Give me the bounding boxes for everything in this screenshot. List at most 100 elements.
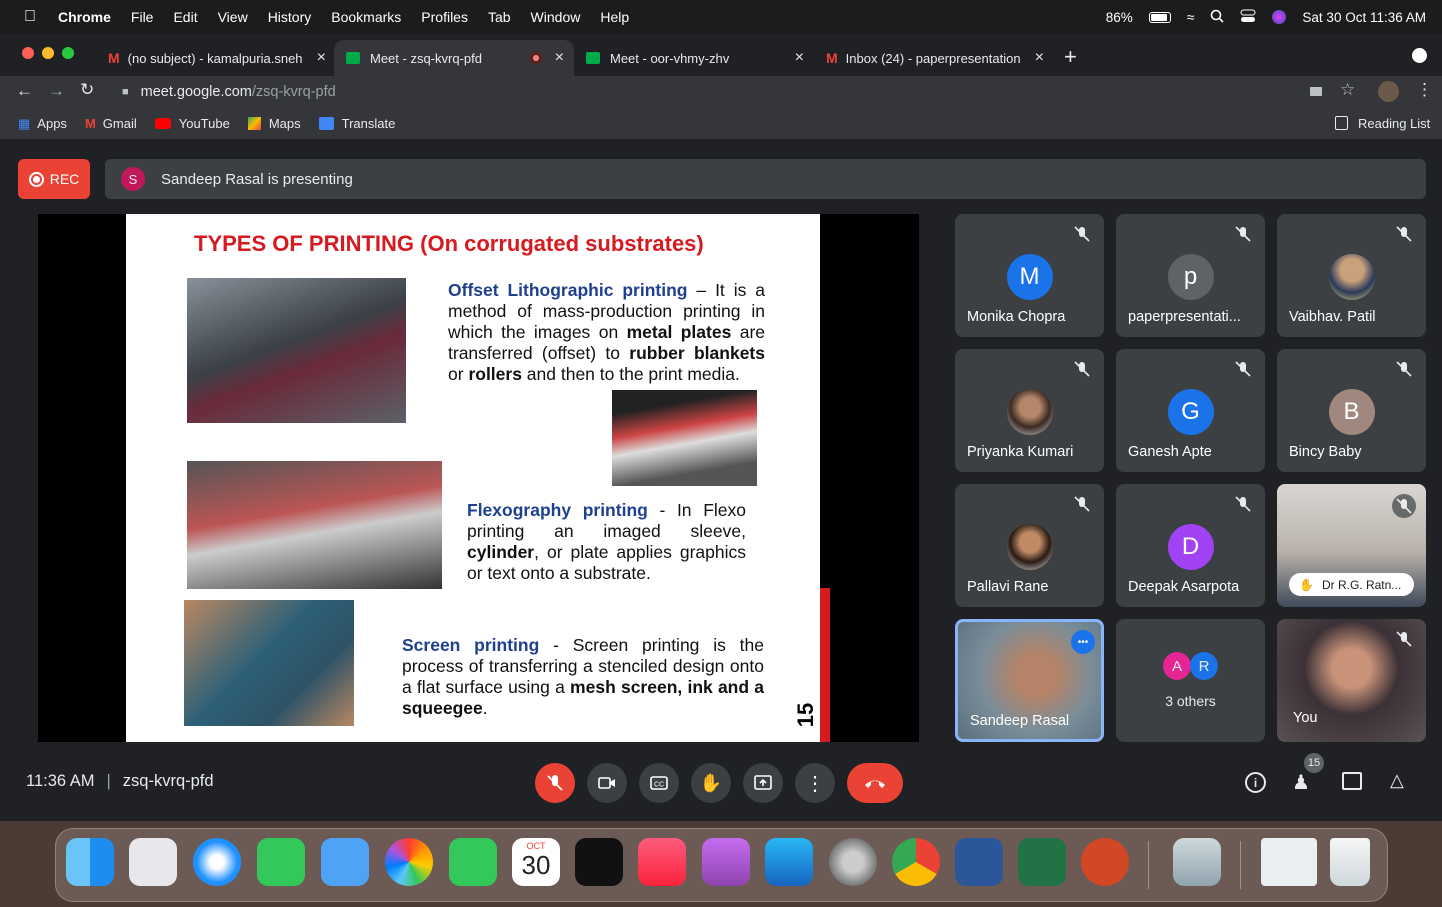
- presenter-video-tile[interactable]: ••• Sandeep Rasal: [955, 619, 1104, 742]
- siri-icon[interactable]: [1272, 10, 1287, 24]
- recording-badge[interactable]: REC: [18, 159, 90, 199]
- captions-button[interactable]: CC: [639, 763, 679, 803]
- reading-list[interactable]: Reading List: [1358, 116, 1430, 131]
- participant-tile[interactable]: p paperpresentati...: [1116, 214, 1265, 337]
- participant-tile[interactable]: Pallavi Rane: [955, 484, 1104, 607]
- mic-off-icon: [1233, 494, 1253, 514]
- tab-close-icon[interactable]: ×: [1035, 49, 1044, 67]
- podcasts-icon[interactable]: [702, 838, 750, 886]
- bookmark-apps[interactable]: Apps: [37, 116, 67, 131]
- finder-icon[interactable]: [66, 838, 114, 886]
- calendar-icon[interactable]: OCT 30: [512, 838, 560, 886]
- maps-icon: [247, 117, 261, 130]
- participant-video-tile[interactable]: ✋ Dr R.G. Ratn...: [1277, 484, 1426, 607]
- app-store-icon[interactable]: [765, 838, 813, 886]
- tab-close-icon[interactable]: ×: [555, 49, 564, 67]
- apple-icon[interactable]: : [24, 8, 36, 26]
- chrome-icon[interactable]: [892, 838, 940, 886]
- menu-tab[interactable]: Tab: [488, 9, 511, 25]
- profile-menu-icon[interactable]: [1412, 48, 1427, 63]
- bookmark-youtube[interactable]: YouTube: [179, 116, 230, 131]
- participant-tile[interactable]: M Monika Chopra: [955, 214, 1104, 337]
- preview-icon[interactable]: [1173, 838, 1221, 886]
- tab-close-icon[interactable]: ×: [317, 49, 326, 67]
- speaking-indicator-icon: •••: [1071, 630, 1095, 654]
- new-tab-button[interactable]: +: [1064, 44, 1077, 70]
- photos-icon[interactable]: [385, 838, 433, 886]
- menu-help[interactable]: Help: [600, 9, 629, 25]
- apple-tv-icon[interactable]: [575, 838, 623, 886]
- powerpoint-icon[interactable]: [1081, 838, 1129, 886]
- menu-edit[interactable]: Edit: [173, 9, 197, 25]
- tab-close-icon[interactable]: ×: [795, 49, 804, 67]
- raise-hand-button[interactable]: ✋: [691, 763, 731, 803]
- tab-gmail-no-subject[interactable]: M (no subject) - kamalpuria.sneh ×: [96, 40, 336, 76]
- forward-icon[interactable]: →: [48, 81, 65, 101]
- leave-call-button[interactable]: [847, 763, 903, 803]
- self-video-tile[interactable]: You: [1277, 619, 1426, 742]
- participant-tile[interactable]: G Ganesh Apte: [1116, 349, 1265, 472]
- reload-icon[interactable]: ↻: [80, 80, 94, 100]
- messages-icon[interactable]: [257, 838, 305, 886]
- participant-tile[interactable]: Vaibhav. Patil: [1277, 214, 1426, 337]
- word-icon[interactable]: [955, 838, 1003, 886]
- control-center-icon[interactable]: [1240, 9, 1256, 26]
- window-minimize-button[interactable]: [42, 47, 54, 59]
- lock-icon[interactable]: ■: [122, 86, 129, 98]
- bookmark-maps[interactable]: Maps: [269, 116, 301, 131]
- battery-icon[interactable]: [1148, 11, 1171, 23]
- menu-history[interactable]: History: [268, 9, 312, 25]
- people-icon[interactable]: ♟: [1292, 770, 1310, 795]
- bookmark-star-icon[interactable]: ☆: [1340, 80, 1355, 100]
- avatar: A: [1163, 652, 1191, 680]
- system-preferences-icon[interactable]: [829, 838, 877, 886]
- menu-window[interactable]: Window: [531, 9, 581, 25]
- wifi-icon[interactable]: ≈: [1187, 9, 1195, 25]
- music-icon[interactable]: [638, 838, 686, 886]
- menubar-clock[interactable]: Sat 30 Oct 11:36 AM: [1302, 10, 1426, 25]
- reading-list-icon[interactable]: [1335, 116, 1348, 130]
- mail-icon[interactable]: [321, 838, 369, 886]
- dock-divider: [1240, 841, 1241, 889]
- menu-file[interactable]: File: [131, 9, 154, 25]
- profile-avatar[interactable]: [1378, 81, 1399, 102]
- bookmark-gmail[interactable]: Gmail: [103, 116, 137, 131]
- window-close-button[interactable]: [22, 47, 34, 59]
- presenter-avatar: S: [121, 167, 145, 191]
- chat-icon[interactable]: [1342, 772, 1362, 790]
- address-bar[interactable]: ■ meet.google.com /zsq-kvrq-pfd: [110, 78, 1290, 106]
- tab-meet-zsq[interactable]: Meet - zsq-kvrq-pfd ×: [334, 40, 574, 76]
- menu-app-chrome[interactable]: Chrome: [58, 9, 111, 25]
- activities-icon[interactable]: △: [1390, 770, 1404, 791]
- more-options-button[interactable]: ⋮: [795, 763, 835, 803]
- window-zoom-button[interactable]: [62, 47, 74, 59]
- camera-toggle-button[interactable]: [587, 763, 627, 803]
- menu-profiles[interactable]: Profiles: [421, 9, 468, 25]
- participant-tile[interactable]: D Deepak Asarpota: [1116, 484, 1265, 607]
- present-now-button[interactable]: [743, 763, 783, 803]
- participant-tile[interactable]: B Bincy Baby: [1277, 349, 1426, 472]
- bookmark-translate[interactable]: Translate: [342, 116, 396, 131]
- facetime-icon[interactable]: [449, 838, 497, 886]
- menu-view[interactable]: View: [218, 9, 248, 25]
- meeting-details-icon[interactable]: i: [1245, 772, 1266, 793]
- minimized-window-icon[interactable]: [1261, 838, 1317, 886]
- tab-title: Meet - oor-vhmy-zhv: [610, 50, 730, 66]
- microphone-toggle-button[interactable]: [535, 763, 575, 803]
- menu-bookmarks[interactable]: Bookmarks: [331, 9, 401, 25]
- camera-in-use-icon[interactable]: [1310, 87, 1322, 96]
- launchpad-icon[interactable]: [129, 838, 177, 886]
- chrome-menu-icon[interactable]: ⋮: [1416, 80, 1433, 100]
- safari-icon[interactable]: [193, 838, 241, 886]
- others-tile[interactable]: A R 3 others: [1116, 619, 1265, 742]
- apps-grid-icon[interactable]: ▦: [18, 116, 30, 132]
- more-vert-icon: ⋮: [805, 772, 825, 795]
- spotlight-search-icon[interactable]: [1210, 9, 1224, 26]
- presented-slide: TYPES OF PRINTING (On corrugated substra…: [126, 214, 830, 742]
- participant-tile[interactable]: Priyanka Kumari: [955, 349, 1104, 472]
- excel-icon[interactable]: [1018, 838, 1066, 886]
- back-icon[interactable]: ←: [16, 81, 33, 101]
- trash-icon[interactable]: [1330, 838, 1370, 886]
- tab-meet-oor[interactable]: Meet - oor-vhmy-zhv ×: [574, 40, 814, 76]
- tab-gmail-inbox[interactable]: M Inbox (24) - paperpresentation ×: [814, 40, 1054, 76]
